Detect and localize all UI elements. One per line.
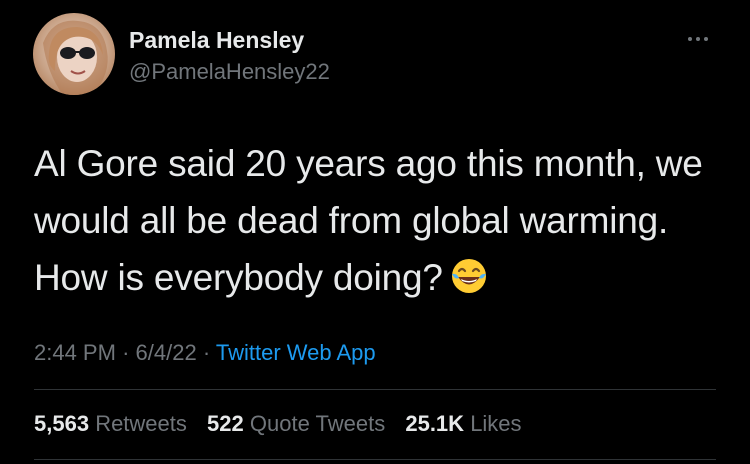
quote-tweets-stat[interactable]: 522 Quote Tweets (207, 411, 391, 436)
likes-count: 25.1K (405, 411, 465, 436)
tweet-meta: 2:44 PM · 6/4/22 · Twitter Web App (34, 340, 376, 366)
tweet-text: Al Gore said 20 years ago this month, we… (34, 135, 724, 306)
tweet-body: Al Gore said 20 years ago this month, we… (34, 143, 703, 298)
quote-tweets-label: Quote Tweets (249, 411, 386, 436)
avatar-photo (43, 20, 108, 95)
retweets-stat[interactable]: 5,563 Retweets (34, 411, 193, 436)
divider (34, 389, 716, 390)
more-options-icon[interactable] (680, 28, 716, 50)
likes-stat[interactable]: 25.1K Likes (405, 411, 521, 436)
divider (34, 459, 716, 460)
more-dot (704, 37, 708, 41)
face-with-tears-of-joy-icon (451, 259, 486, 293)
retweets-count: 5,563 (34, 411, 90, 436)
tweet-time[interactable]: 2:44 PM (34, 340, 116, 365)
meta-separator: · (202, 340, 211, 365)
author-name[interactable]: Pamela Hensley (129, 27, 304, 54)
tweet-date[interactable]: 6/4/22 (136, 340, 197, 365)
retweets-label: Retweets (95, 411, 187, 436)
author-handle[interactable]: @PamelaHensley22 (129, 59, 330, 85)
more-dot (696, 37, 700, 41)
likes-label: Likes (470, 411, 522, 436)
more-dot (688, 37, 692, 41)
meta-separator: · (122, 340, 130, 365)
tweet-source-link[interactable]: Twitter Web App (216, 340, 376, 365)
avatar[interactable] (33, 13, 115, 95)
quote-tweets-count: 522 (207, 411, 244, 436)
tweet-stats: 5,563 Retweets 522 Quote Tweets 25.1K Li… (34, 411, 536, 437)
